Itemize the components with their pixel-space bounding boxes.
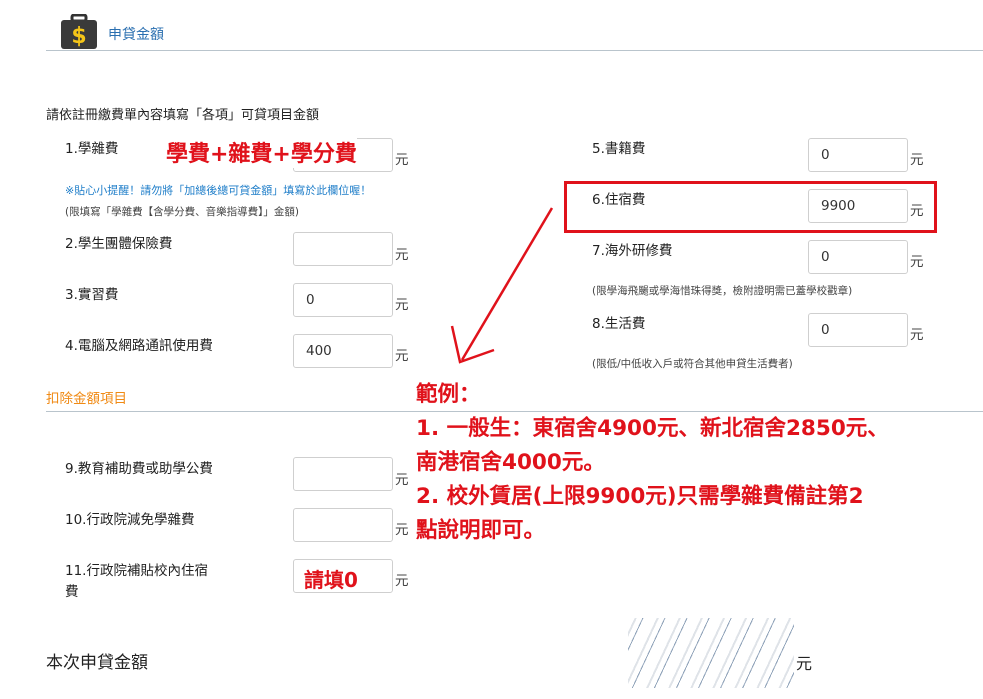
tip-text: ※貼心小提醒！請勿將「加總後總可貸金額」填寫於此欄位喔！ — [65, 184, 372, 197]
unit-label: 元 — [395, 573, 409, 589]
item-label-computer: 4.電腦及網路通訊使用費 — [65, 338, 213, 354]
unit-label: 元 — [910, 152, 924, 168]
item-label-tuition: 1.學雜費 — [65, 141, 119, 157]
unit-label: 元 — [395, 152, 409, 168]
books-input[interactable] — [808, 138, 908, 172]
deductions-title: 扣除金額項目 — [46, 391, 127, 407]
living-note: (限低/中低收入戶或符合其他申貸生活費者) — [592, 358, 793, 370]
tuition-annotation: 學費+雜費+學分費 — [166, 136, 357, 168]
fill-zero-annotation: 請填0 — [304, 568, 358, 592]
item-label-education-subsidy: 9.教育補助費或助學公費 — [65, 461, 213, 477]
unit-label: 元 — [910, 327, 924, 343]
housing-input[interactable] — [808, 189, 908, 223]
item-label-housing-subsidy: 11.行政院補貼校內住宿 — [65, 563, 208, 579]
header-divider — [46, 50, 983, 51]
item-label-insurance: 2.學生團體保險費 — [65, 236, 173, 252]
unit-label: 元 — [910, 203, 924, 219]
example-title: 範例： — [416, 382, 481, 407]
living-input[interactable] — [808, 313, 908, 347]
unit-label: 元 — [395, 472, 409, 488]
computer-input[interactable] — [293, 334, 393, 368]
total-label: 本次申貸金額 — [46, 653, 148, 673]
unit-label: 元 — [910, 254, 924, 270]
example-line-3: 2. 校外賃居(上限9900元)只需學雜費備註第2 — [416, 484, 864, 509]
example-line-2: 南港宿舍4000元。 — [416, 450, 605, 475]
overseas-input[interactable] — [808, 240, 908, 274]
tuition-waiver-input[interactable] — [293, 508, 393, 542]
example-annotation: 範例： 1. 一般生：東宿舍4900元、新北宿舍2850元、 南港宿舍4000元… — [416, 378, 981, 548]
item-label-overseas: 7.海外研修費 — [592, 243, 673, 259]
example-line-1: 1. 一般生：東宿舍4900元、新北宿舍2850元、 — [416, 416, 889, 441]
unit-label: 元 — [395, 297, 409, 313]
education-subsidy-input[interactable] — [293, 457, 393, 491]
unit-label: 元 — [395, 522, 409, 538]
tuition-limit-note: (限填寫「學雜費【含學分費、音樂指導費】」金額) — [65, 206, 299, 218]
item-label-internship: 3.實習費 — [65, 287, 119, 303]
money-briefcase-icon: $ — [60, 13, 98, 50]
example-line-4: 點說明即可。 — [416, 518, 546, 543]
item-label-tuition-waiver: 10.行政院減免學雜費 — [65, 512, 195, 528]
section-title: 申貸金額 — [108, 27, 164, 43]
item-label-living: 8.生活費 — [592, 316, 646, 332]
internship-input[interactable] — [293, 283, 393, 317]
item-label-housing: 6.住宿費 — [592, 192, 646, 208]
arrow-annotation — [450, 207, 554, 364]
redacted-total-amount — [628, 618, 794, 688]
overseas-note: (限學海飛颺或學海惜珠得獎，檢附證明需已蓋學校戳章) — [592, 285, 853, 297]
item-label-books: 5.書籍費 — [592, 141, 646, 157]
insurance-input[interactable] — [293, 232, 393, 266]
instruction-text: 請依註冊繳費單內容填寫「各項」可貸項目金額 — [46, 108, 320, 123]
svg-text:$: $ — [71, 24, 86, 49]
total-unit: 元 — [796, 654, 813, 673]
unit-label: 元 — [395, 348, 409, 364]
unit-label: 元 — [395, 247, 409, 263]
item-label-housing-subsidy-line2: 費 — [65, 584, 79, 600]
